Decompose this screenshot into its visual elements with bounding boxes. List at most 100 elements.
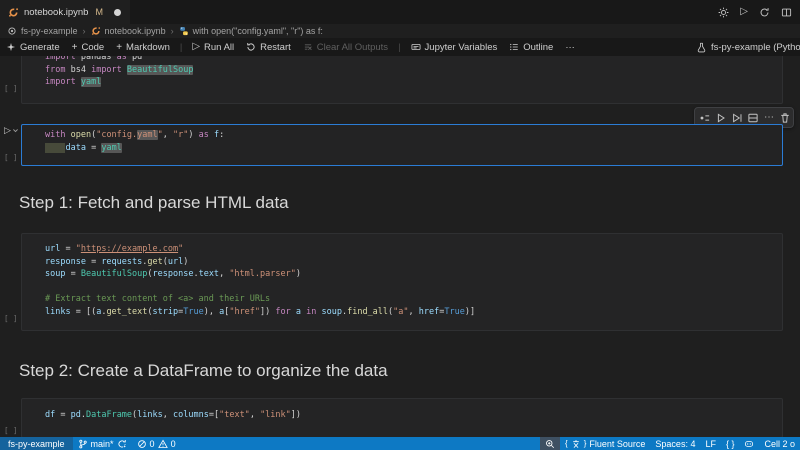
- eol-status-item[interactable]: LF: [700, 437, 721, 450]
- code-token: "r": [173, 130, 189, 140]
- code-token: =: [85, 256, 102, 267]
- branch-icon: [78, 439, 88, 449]
- indent-status-item[interactable]: Spaces: 4: [650, 437, 700, 450]
- cell-code-editor[interactable]: url = "https://example.com" response = re…: [21, 233, 783, 331]
- code-token: True: [444, 306, 465, 317]
- unsaved-dot-icon[interactable]: [113, 8, 121, 16]
- restart-icon[interactable]: [759, 7, 770, 18]
- cell-code-editor[interactable]: import pandas as pd from bs4 import Beaut…: [21, 56, 783, 104]
- run-above-icon[interactable]: [715, 112, 727, 124]
- code-token: from: [45, 64, 71, 75]
- code-token: DataFrame: [85, 410, 133, 420]
- generate-button[interactable]: Generate: [6, 42, 60, 53]
- cell-code-editor[interactable]: df = pd.DataFrame(links, columns=["text"…: [21, 398, 783, 437]
- code-token: pd: [132, 56, 143, 62]
- problems-status[interactable]: 0 0: [132, 437, 181, 450]
- kernel-picker[interactable]: fs-py-example (Python: [692, 38, 800, 56]
- add-code-button[interactable]: + Code: [72, 42, 105, 53]
- copilot-icon[interactable]: [739, 437, 759, 450]
- python-icon: [179, 26, 189, 36]
- code-token: pandas: [80, 56, 117, 62]
- cell-indicator-item[interactable]: Cell 2 o: [759, 437, 800, 450]
- code-cell[interactable]: ▷ with open("config.yaml", "r") as f: dat…: [0, 124, 800, 166]
- run-below-icon[interactable]: [731, 112, 743, 124]
- code-token: ): [183, 256, 189, 267]
- breadcrumb-file[interactable]: notebook.ipynb: [91, 26, 166, 36]
- code-token: [45, 142, 66, 153]
- outline-button[interactable]: Outline: [509, 42, 553, 53]
- markdown-heading: Step 1: Fetch and parse HTML data: [19, 193, 289, 212]
- code-token: )]: [464, 306, 476, 317]
- code-token: ): [295, 269, 301, 280]
- tab-notebook[interactable]: notebook.ipynb M: [0, 0, 130, 24]
- breadcrumb-folder[interactable]: fs-py-example: [21, 26, 78, 36]
- markdown-cell[interactable]: Step 2: Create a DataFrame to organize t…: [19, 360, 779, 382]
- sparkle-icon: [6, 42, 16, 52]
- code-token: "href": [229, 306, 261, 317]
- run-icon[interactable]: ▷: [740, 7, 748, 17]
- ime-status-item[interactable]: { } Fluent Source: [560, 437, 650, 450]
- split-cell-icon[interactable]: [747, 112, 759, 124]
- execution-count: [ ]: [4, 314, 18, 323]
- code-cell[interactable]: import pandas as pd from bs4 import Beaut…: [0, 56, 800, 104]
- language-brackets-item[interactable]: { }: [721, 437, 740, 450]
- code-token: in: [306, 306, 317, 317]
- execution-count: [ ]: [4, 153, 18, 162]
- plus-icon: +: [116, 41, 123, 53]
- code-token: True: [183, 306, 204, 317]
- breadcrumb-symbol[interactable]: with open("config.yaml", "r") as f:: [179, 26, 323, 36]
- code-token: https://example.com: [80, 244, 179, 254]
- code-token: "html.parser": [229, 269, 296, 280]
- code-token: import: [45, 77, 81, 88]
- code-token: =: [65, 269, 81, 280]
- code-token: ,: [162, 410, 174, 420]
- code-token: response: [152, 269, 194, 280]
- run-all-icon: ▷: [192, 41, 201, 52]
- breadcrumb: fs-py-example › notebook.ipynb › with op…: [0, 24, 800, 38]
- remote-indicator[interactable]: fs-py-example: [0, 437, 73, 450]
- code-token: "text": [219, 410, 250, 420]
- beaker-icon: [696, 42, 707, 53]
- brace-left: {: [565, 439, 568, 448]
- git-modified-badge: M: [95, 7, 103, 17]
- code-token: requests: [101, 256, 143, 267]
- code-token: ": [178, 244, 184, 254]
- tab-title: notebook.ipynb: [24, 6, 89, 18]
- code-token: ]): [290, 410, 302, 420]
- code-token: ,: [162, 130, 174, 140]
- settings-gear-icon[interactable]: [718, 7, 729, 18]
- run-all-button[interactable]: ▷ Run All: [192, 42, 234, 53]
- notebook-file-icon: [91, 26, 101, 36]
- code-token: BeautifulSoup: [80, 269, 148, 280]
- sync-changes-icon: [117, 439, 127, 449]
- git-branch-status[interactable]: main*: [73, 437, 132, 450]
- restart-button[interactable]: Restart: [246, 42, 291, 53]
- code-token: find_all: [347, 306, 389, 317]
- code-cell[interactable]: df = pd.DataFrame(links, columns=["text"…: [0, 398, 800, 437]
- jupyter-variables-button[interactable]: Jupyter Variables: [411, 42, 497, 53]
- markdown-cell[interactable]: Step 1: Fetch and parse HTML data: [19, 192, 779, 214]
- code-token: =: [55, 410, 71, 420]
- code-token: soup: [316, 306, 342, 317]
- run-by-line-icon[interactable]: [699, 112, 711, 124]
- notebook-file-icon: [8, 7, 19, 18]
- outline-list-icon: [509, 42, 519, 52]
- run-cell-button[interactable]: ▷: [4, 126, 19, 135]
- editor-layout-icon[interactable]: [781, 7, 792, 18]
- zoom-status-item[interactable]: [540, 437, 561, 450]
- code-cell[interactable]: url = "https://example.com" response = re…: [0, 233, 800, 331]
- clear-all-outputs-button[interactable]: Clear All Outputs: [303, 42, 388, 53]
- cell-code-editor[interactable]: with open("config.yaml", "r") as f: data…: [21, 124, 783, 166]
- more-actions-button[interactable]: ···: [565, 42, 575, 53]
- code-token: = [(: [70, 306, 97, 317]
- toolbar-separator: |: [398, 41, 401, 53]
- code-token: links: [45, 306, 71, 317]
- variables-icon: [411, 42, 421, 52]
- code-token: ]): [260, 306, 276, 317]
- record-circle-icon: [7, 26, 17, 36]
- more-actions-icon[interactable]: ⋯: [763, 112, 775, 124]
- add-markdown-button[interactable]: + Markdown: [116, 42, 170, 53]
- status-bar: fs-py-example main* 0 0 { } Fluent Sourc…: [0, 437, 800, 450]
- delete-cell-icon[interactable]: [779, 112, 791, 124]
- code-token: yaml: [101, 142, 122, 153]
